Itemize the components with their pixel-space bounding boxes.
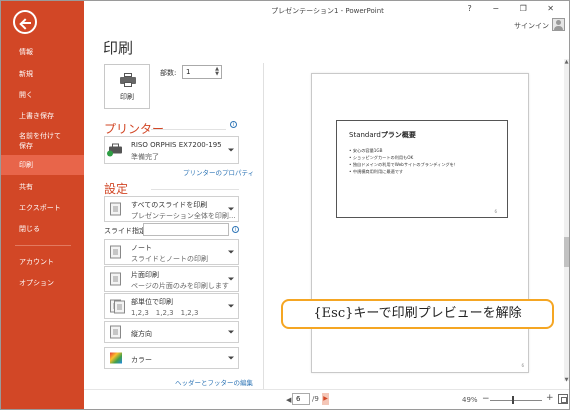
esc-hint-callout: {Esc}キーで印刷プレビューを解除 [281,299,554,329]
print-button-label: 印刷 [120,93,134,101]
layout-select[interactable]: ノート スライドとノートの印刷 [104,239,239,265]
copies-label: 部数: [160,69,177,77]
section-divider [151,129,226,130]
zoom-in-icon[interactable]: + [546,393,554,403]
slides-input[interactable] [143,223,229,236]
zoom-slider-handle[interactable] [512,396,514,404]
scroll-down-icon[interactable]: ▼ [564,377,569,384]
title-bar: プレゼンテーション1 - PowerPoint ? − ❐ ✕ サインイン [84,1,569,41]
printer-name: RISO ORPHIS EX7200-195 [131,141,222,149]
sidebar-item-save[interactable]: 上書き保存 [1,111,84,121]
slide-bullets: 安心の容量1GB ショッピングカートの利用もOK 独自ドメインの利用でWebサイ… [349,147,458,175]
slide-bullet: ショッピングカートの利用もOK [349,154,458,161]
printer-select[interactable]: RISO ORPHIS EX7200-195 準備完了 [104,136,239,164]
info-icon[interactable]: i [230,121,237,128]
print-backstage-window: 情報 新規 開く 上書き保存 名前を付けて 保存 印刷 共有 エクスポート 閉じ… [0,0,570,410]
sidebar-item-save-as[interactable]: 名前を付けて 保存 [1,131,84,151]
section-divider [151,189,239,190]
vertical-scrollbar[interactable] [564,59,569,381]
print-range-select[interactable]: すべてのスライドを印刷 プレゼンテーション全体を印刷... [104,196,239,222]
sides-label: 片面印刷 [131,271,159,279]
slide-number: 6 [494,209,497,214]
signin-link[interactable]: サインイン [514,21,549,31]
chevron-down-icon [228,148,234,152]
copies-spinner[interactable]: ▲ ▼ [215,67,219,77]
page-title: 印刷 [103,39,134,57]
zoom-level[interactable]: 49% [462,396,478,404]
fit-to-window-icon[interactable] [558,394,568,404]
window-controls[interactable]: ? − ❐ ✕ [468,4,563,13]
orientation-label: 縦方向 [131,330,152,338]
collate-desc: 1,2,3 1,2,3 1,2,3 [131,309,199,317]
orientation-select[interactable]: 縦方向 [104,321,239,343]
zoom-out-icon[interactable]: − [482,394,490,404]
scroll-up-icon[interactable]: ▲ [564,59,569,66]
chevron-down-icon [228,250,234,254]
slide-preview: Standardプラン概要 安心の容量1GB ショッピングカートの利用もOK 独… [336,120,508,218]
layout-desc: スライドとノートの印刷 [131,255,208,263]
page-number-input[interactable]: 6 [292,393,310,405]
chevron-down-icon [228,207,234,211]
sidebar-item-print[interactable]: 印刷 [1,155,84,175]
header-footer-link[interactable]: ヘッダーとフッターの編集 [175,377,253,387]
print-range-desc: プレゼンテーション全体を印刷... [131,212,236,220]
sidebar-item-close[interactable]: 閉じる [1,224,84,234]
sidebar-item-share[interactable]: 共有 [1,182,84,192]
printer-properties-link[interactable]: プリンターのプロパティ [183,167,254,177]
page-number: 6 [521,363,524,368]
slide-bullet: 独自ドメインの利用でWebサイトのブランディングを！ [349,161,458,168]
sidebar-item-open[interactable]: 開く [1,90,84,100]
print-range-label: すべてのスライドを印刷 [131,201,208,209]
print-button[interactable]: 印刷 [104,64,150,109]
slides-label: スライド指定: [104,227,149,235]
layout-label: ノート [131,244,152,252]
info-icon[interactable]: i [232,226,239,233]
one-sided-icon [109,272,123,286]
total-pages: /9 [312,395,319,403]
collate-select[interactable]: 部単位で印刷 1,2,3 1,2,3 1,2,3 [104,293,239,319]
sidebar-item-export[interactable]: エクスポート [1,203,84,213]
slide-bullet: 安心の容量1GB [349,147,458,154]
scrollbar-thumb[interactable] [564,237,569,267]
prev-page-icon[interactable]: ◀ [286,396,291,404]
color-icon [109,352,123,365]
collate-label: 部単位で印刷 [131,298,173,306]
zoom-slider[interactable] [490,400,542,401]
next-page-icon[interactable]: ▶ [322,393,329,405]
slides-icon [109,202,123,216]
copies-value: 1 [186,68,191,76]
color-label: カラー [131,356,152,364]
backstage-sidebar: 情報 新規 開く 上書き保存 名前を付けて 保存 印刷 共有 エクスポート 閉じ… [1,1,84,409]
sidebar-item-options[interactable]: オプション [1,278,84,288]
sidebar-item-new[interactable]: 新規 [1,69,84,79]
sides-select[interactable]: 片面印刷 ページの片面のみを印刷します [104,266,239,292]
chevron-down-icon [228,356,234,360]
status-bar: ◀ 6 /9 ▶ 49% − + [84,389,569,409]
printer-status: 準備完了 [131,153,159,161]
color-select[interactable]: カラー [104,347,239,369]
portrait-icon [109,325,123,339]
slide-bullet: 中規模商用利用に最適です [349,168,458,175]
notes-icon [109,245,123,259]
chevron-down-icon [228,304,234,308]
printer-status-icon [107,143,123,157]
chevron-down-icon [228,330,234,334]
settings-heading: 設定 [104,182,129,196]
sidebar-item-info[interactable]: 情報 [1,47,84,57]
sidebar-item-account[interactable]: アカウント [1,257,84,267]
collate-icon [109,299,125,314]
copies-input[interactable]: 1 ▲ ▼ [182,65,222,79]
back-arrow-icon[interactable] [13,10,37,34]
panel-divider [263,63,264,389]
printer-icon [120,73,136,87]
chevron-down-icon [228,277,234,281]
sidebar-divider [15,245,71,246]
sides-desc: ページの片面のみを印刷します [131,282,229,290]
avatar[interactable] [552,18,565,31]
slide-title: Standardプラン概要 [349,131,416,139]
